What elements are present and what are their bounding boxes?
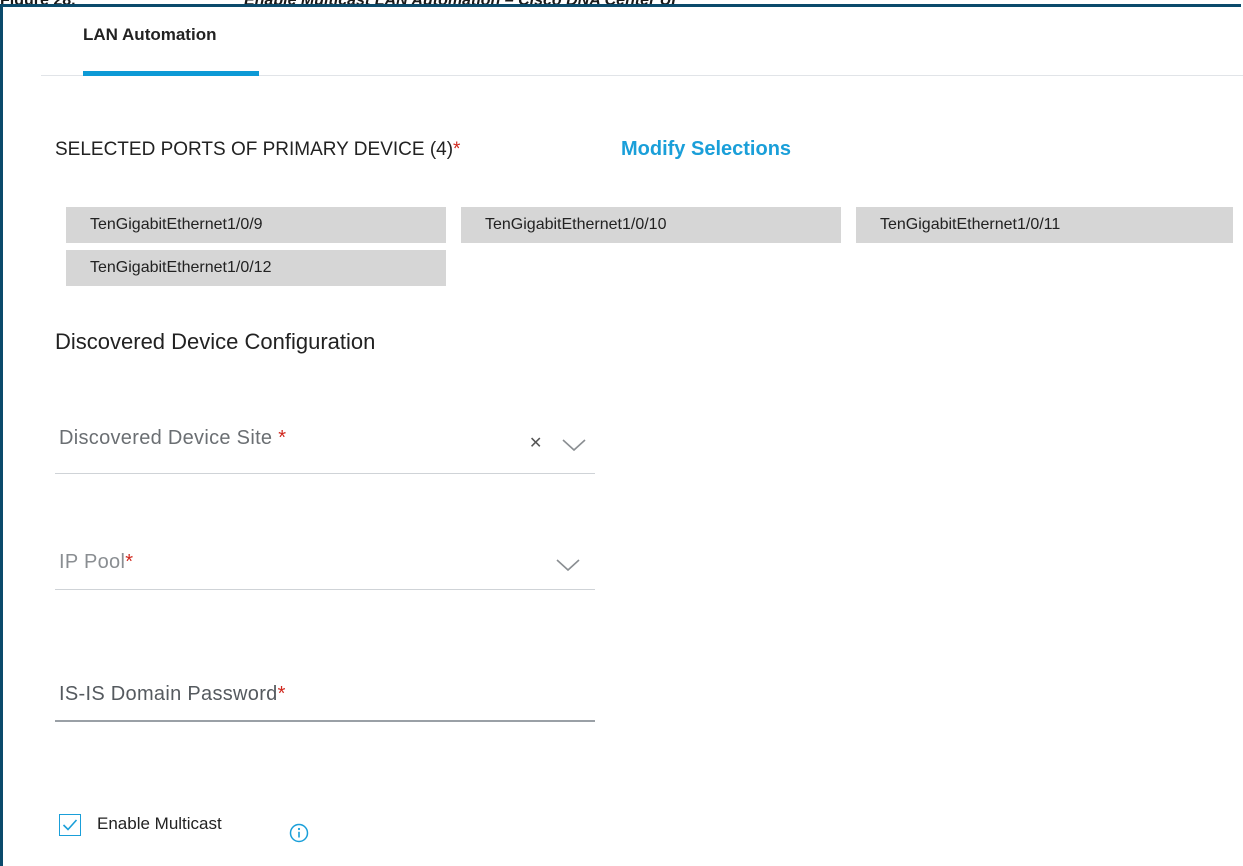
ip-pool-select[interactable]: IP Pool* [55, 539, 595, 590]
discovered-device-site-select[interactable]: Discovered Device Site * ✕ [55, 417, 595, 474]
port-chip: TenGigabitEthernet1/0/11 [856, 207, 1233, 243]
isis-domain-password-label: IS-IS Domain Password* [59, 683, 286, 706]
tab-bar: LAN Automation [41, 7, 1243, 76]
close-icon[interactable]: ✕ [529, 433, 542, 453]
required-marker: * [277, 683, 286, 705]
required-marker: * [278, 427, 287, 449]
ip-pool-label-text: IP Pool [59, 551, 126, 573]
ip-pool-label: IP Pool* [59, 551, 133, 574]
discovered-device-site-label-text: Discovered Device Site [59, 427, 279, 449]
selected-ports-heading-text: SELECTED PORTS OF PRIMARY DEVICE (4) [55, 139, 454, 160]
discovered-device-config-heading: Discovered Device Configuration [55, 329, 376, 354]
required-marker: * [453, 139, 461, 160]
chevron-down-icon[interactable] [561, 437, 587, 453]
info-icon[interactable] [289, 823, 309, 843]
enable-multicast-row: Enable Multicast [59, 812, 319, 844]
selected-ports-heading: SELECTED PORTS OF PRIMARY DEVICE (4)* [55, 139, 460, 161]
tab-label: LAN Automation [83, 25, 217, 44]
discovered-device-site-label: Discovered Device Site * [59, 427, 286, 450]
tab-lan-automation[interactable]: LAN Automation [83, 7, 259, 76]
checkmark-icon [62, 819, 78, 831]
port-chip: TenGigabitEthernet1/0/9 [66, 207, 446, 243]
required-marker: * [125, 551, 134, 573]
lan-automation-panel: LAN Automation SELECTED PORTS OF PRIMARY… [0, 4, 1243, 866]
modify-selections-link[interactable]: Modify Selections [621, 138, 791, 161]
active-tab-indicator [83, 71, 259, 76]
chevron-down-icon[interactable] [555, 557, 581, 573]
isis-domain-password-field[interactable]: IS-IS Domain Password* [55, 675, 595, 722]
enable-multicast-label[interactable]: Enable Multicast [97, 814, 222, 834]
isis-domain-password-label-text: IS-IS Domain Password [59, 683, 278, 705]
enable-multicast-checkbox[interactable] [59, 814, 81, 836]
port-chip: TenGigabitEthernet1/0/10 [461, 207, 841, 243]
port-chip: TenGigabitEthernet1/0/12 [66, 250, 446, 286]
